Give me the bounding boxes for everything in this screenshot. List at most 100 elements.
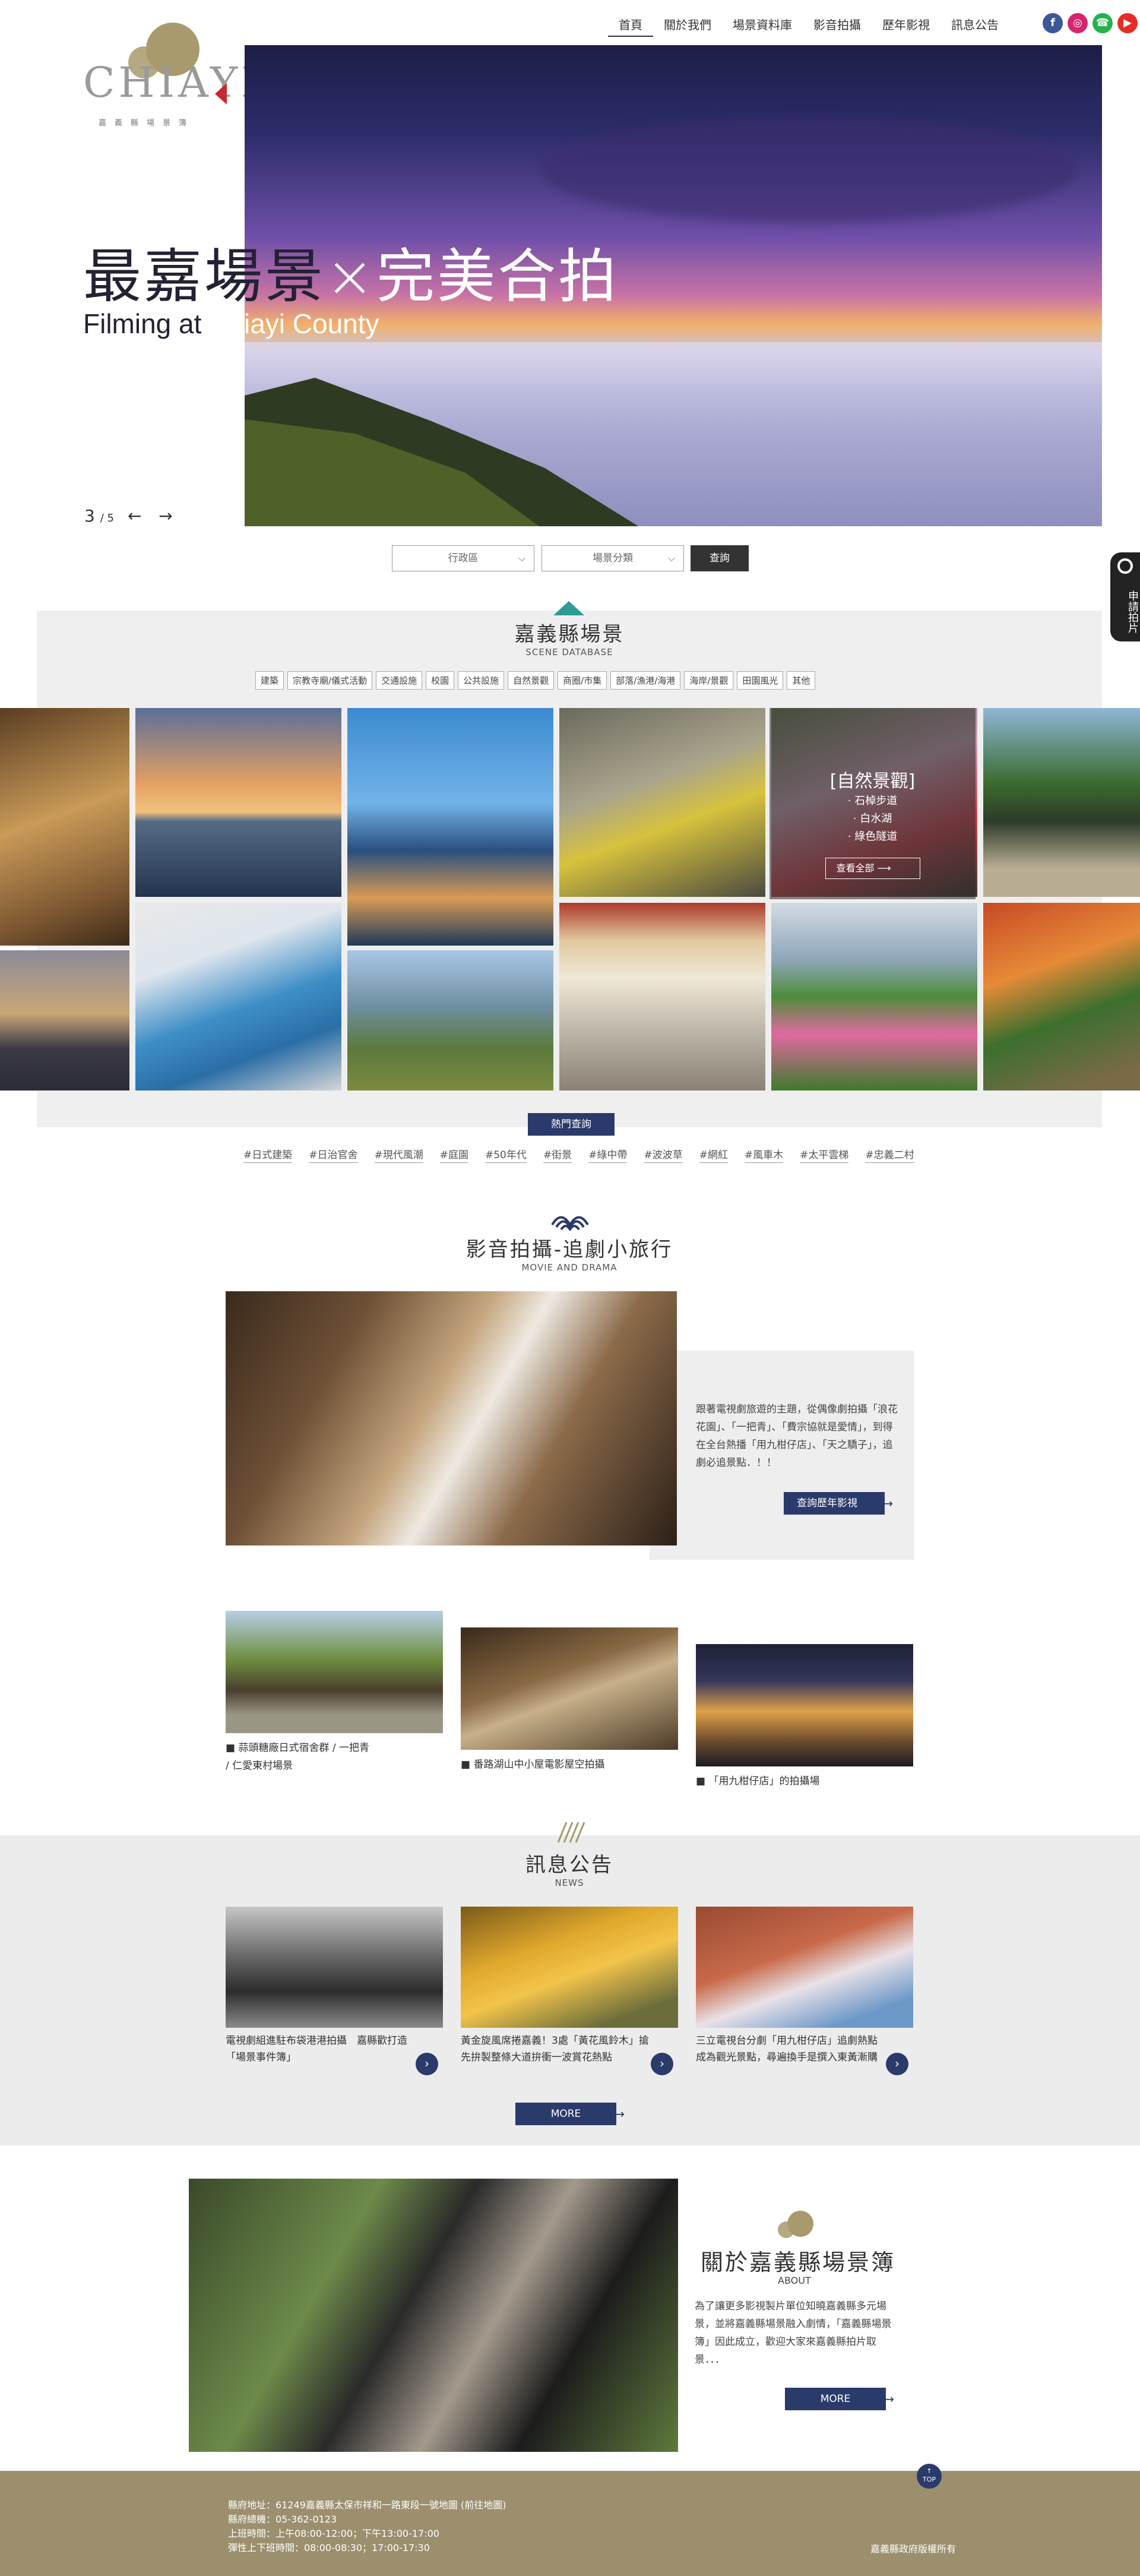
tag-nature[interactable]: 自然景觀 [508, 671, 555, 690]
scene-photo-flame-tree[interactable] [983, 903, 1140, 1091]
footer: 縣府地址：61249嘉義縣太保市祥和一路東段一號地圖 (前往地圖) 縣府總機：0… [0, 2471, 1140, 2576]
hot-tag[interactable]: #網紅 [699, 1146, 728, 1163]
scene-category-tags: 建築 宗教寺廟/儀式活動 交通設施 校園 公共設施 自然景觀 商圈/市集 部落/… [255, 671, 816, 690]
slide-arrows[interactable]: ← → [128, 506, 179, 526]
tag-harbor[interactable]: 部落/漁港/海港 [610, 671, 681, 690]
hot-tag[interactable]: #波波草 [644, 1146, 683, 1163]
hot-tag[interactable]: #忠義二村 [865, 1146, 914, 1163]
movie-subtitle: MOVIE AND DRAMA [521, 1262, 618, 1273]
news-item-title[interactable]: 電視劇組進駐布袋港港拍攝 嘉縣歡打造「場景事件簿」 [226, 2033, 416, 2066]
scene-photo-village[interactable] [983, 708, 1140, 897]
hot-search-tags: #日式建築 #日治官舍 #現代風潮 #庭園 #50年代 #街景 #綠中帶 #波波… [243, 1146, 914, 1163]
scene-photo-mountain-road[interactable] [347, 950, 553, 1091]
hot-tag[interactable]: #街景 [543, 1146, 572, 1163]
hot-tag[interactable]: #綠中帶 [588, 1146, 628, 1163]
film-reel-icon [1117, 558, 1133, 574]
scene-title-block: 嘉義縣場景 SCENE DATABASE [391, 618, 748, 658]
hero-title-part1: 最嘉場景 [83, 243, 326, 311]
search-button[interactable]: 查詢 [691, 545, 749, 571]
hot-search-button[interactable]: 熱門查詢 [528, 1113, 615, 1136]
movie-thumb-cabin[interactable] [461, 1627, 678, 1750]
hot-tag[interactable]: #50年代 [485, 1146, 527, 1163]
news-arrow-button[interactable]: › [651, 2053, 673, 2075]
news-photo-golden-trees[interactable] [461, 1907, 678, 2028]
tag-temple[interactable]: 宗教寺廟/儀式活動 [287, 671, 373, 690]
movie-caption: ■ 「用九柑仔店」的拍攝場 [696, 1775, 820, 1787]
news-arrow-button[interactable]: › [416, 2053, 438, 2075]
about-title: 關於嘉義縣場景簿 [701, 2249, 896, 2275]
news-more-button[interactable]: MORE ⟶ [515, 2103, 625, 2125]
movie-caption: ■ 番路湖山中小屋電影屋空拍攝 [461, 1759, 605, 1771]
tag-architecture[interactable]: 建築 [255, 671, 284, 690]
category-select[interactable]: 場景分類 ⌵ [542, 545, 684, 571]
footer-hours: 上班時間：上午08:00-12:00；下午13:00-17:00 [228, 2528, 439, 2539]
site-logo[interactable]: CHIAYI 嘉義縣場景簿 [81, 17, 258, 128]
scene-photo-whale-mural[interactable] [135, 903, 341, 1091]
hot-tag[interactable]: #日式建築 [243, 1146, 293, 1163]
youtube-icon[interactable]: ▶ [1117, 13, 1138, 33]
hero-cloud [542, 116, 1076, 223]
social-links: f ◎ ☎ ▶ [1043, 13, 1138, 33]
about-description: 為了讓更多影視製片單位知曉嘉義縣多元場景，並將嘉義縣場景融入劇情，「嘉義縣場景簿… [695, 2300, 892, 2366]
movie-title: 影音拍攝-追劇小旅行 [466, 1238, 673, 1262]
hot-tag[interactable]: #庭園 [439, 1146, 468, 1163]
about-circles-icon [778, 2211, 813, 2238]
nav-about[interactable]: 關於我們 [653, 17, 722, 37]
nav-scene-db[interactable]: 場景資料庫 [722, 17, 803, 37]
news-photo-filming[interactable] [226, 1907, 443, 2028]
scene-photo-oyster[interactable] [559, 708, 765, 897]
instagram-icon[interactable]: ◎ [1068, 13, 1088, 33]
overlay-item[interactable]: · 綠色隧道 [770, 828, 976, 846]
facebook-icon[interactable]: f [1043, 13, 1063, 33]
movie-caption: ■ 蒜頭糖廠日式宿舍群 / 一把青 / 仁愛東村場景 [226, 1742, 370, 1772]
district-select[interactable]: 行政區 ⌵ [392, 545, 534, 571]
scene-title: 嘉義縣場景 [514, 622, 625, 646]
tag-farmland[interactable]: 田園風光 [737, 671, 784, 690]
tag-other[interactable]: 其他 [787, 671, 816, 690]
tag-transport[interactable]: 交通設施 [376, 671, 423, 690]
back-to-top-button[interactable]: ↑ TOP [917, 2464, 942, 2489]
movie-feature-photo[interactable] [226, 1291, 677, 1545]
line-icon[interactable]: ☎ [1092, 13, 1113, 33]
arrow-up-icon: ↑ [926, 2467, 932, 2475]
apply-filming-tab[interactable]: 申請拍片 [1110, 552, 1140, 641]
tag-campus[interactable]: 校園 [426, 671, 455, 690]
hot-tag[interactable]: #現代風潮 [374, 1146, 423, 1163]
overlay-item[interactable]: · 石棹步道 [770, 792, 976, 810]
news-subtitle: NEWS [555, 1878, 584, 1888]
news-arrow-button[interactable]: › [886, 2053, 908, 2075]
history-query-button[interactable]: 查詢歷年影視 ⟶ [784, 1492, 893, 1515]
hot-tag[interactable]: #太平雲梯 [800, 1146, 849, 1163]
movie-thumb-grocery[interactable] [696, 1644, 913, 1766]
about-photo-crew[interactable] [189, 2179, 678, 2452]
news-photo-speaker[interactable] [696, 1907, 913, 2028]
wave-icon [551, 1216, 589, 1231]
arrow-right-icon: ⟶ [876, 1496, 893, 1510]
view-all-button[interactable]: 查看全部 ⟶ [825, 858, 920, 879]
tag-market[interactable]: 商圈/市集 [558, 671, 607, 690]
footer-address: 縣府地址：61249嘉義縣太保市祥和一路東段一號地圖 (前往地圖) [228, 2499, 506, 2511]
news-item-title[interactable]: 黃金旋風席捲嘉義！3處「黃花風鈴木」搶先拚製整條大道拚衝一波賞花熱點 [461, 2033, 651, 2066]
hot-tag[interactable]: #風車木 [744, 1146, 784, 1163]
nav-news[interactable]: 訊息公告 [940, 17, 1009, 37]
about-more-button[interactable]: MORE ⟶ [785, 2388, 894, 2410]
arrow-right-icon: ⟶ [877, 862, 891, 874]
nav-history[interactable]: 歷年影視 [872, 17, 940, 37]
news-item-title[interactable]: 三立電視台分劇「用九柑仔店」追劇熱點成為觀光景點，尋遍換手是撰入東黃漸購 [696, 2033, 886, 2066]
movie-thumb-dorm[interactable] [226, 1611, 443, 1733]
scene-photo-old-house[interactable] [0, 708, 129, 946]
hot-tag[interactable]: #日治官舍 [309, 1146, 358, 1163]
overlay-item[interactable]: · 白水湖 [770, 810, 976, 828]
scene-photo-sunset-marsh[interactable] [0, 950, 129, 1091]
main-nav: 首頁 關於我們 場景資料庫 影音拍攝 歷年影視 訊息公告 [608, 17, 1009, 37]
tag-coast[interactable]: 海岸/景觀 [684, 671, 734, 690]
scene-photo-old-theater[interactable] [559, 903, 765, 1091]
scene-photo-sunset-pier[interactable] [135, 708, 341, 897]
nav-movie[interactable]: 影音拍攝 [803, 17, 872, 37]
tag-public[interactable]: 公共設施 [458, 671, 505, 690]
history-query-label: 查詢歷年影視 [797, 1497, 857, 1509]
movie-title-block: 影音拍攝-追劇小旅行 MOVIE AND DRAMA [391, 1233, 748, 1273]
nav-home[interactable]: 首頁 [608, 17, 653, 37]
scene-photo-lotus[interactable] [771, 903, 977, 1091]
scene-photo-museum[interactable] [347, 708, 553, 946]
